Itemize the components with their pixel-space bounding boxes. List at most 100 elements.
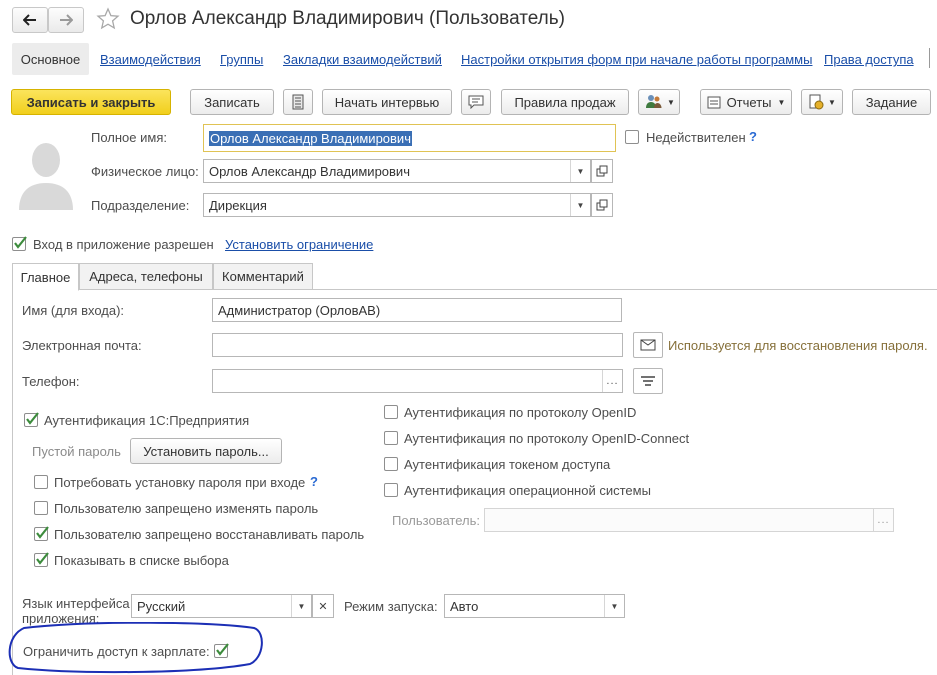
checkmark-icon <box>26 412 39 425</box>
require-password-help-icon[interactable]: ? <box>310 474 318 489</box>
department-value: Дирекция <box>209 197 267 213</box>
message-button[interactable] <box>461 89 491 115</box>
full-name-value: Орлов Александр Владимирович <box>209 130 412 146</box>
email-hint: Используется для восстановления пароля. <box>668 338 928 353</box>
checkmark-icon <box>36 552 49 565</box>
checkmark-icon <box>36 526 49 539</box>
login-allowed-checkbox[interactable] <box>12 236 27 251</box>
department-input[interactable]: Дирекция ▼ <box>203 193 591 217</box>
phone-input[interactable]: ... <box>212 369 623 393</box>
login-name-input[interactable]: Администратор (ОрловАВ) <box>212 298 622 322</box>
login-allowed-label: Вход в приложение разрешен <box>33 237 214 252</box>
invalid-help-icon[interactable]: ? <box>749 129 757 144</box>
auth-openid-connect-checkbox[interactable] <box>384 431 398 445</box>
auth-1c-checkbox[interactable] <box>24 412 39 427</box>
users-icon <box>646 95 662 108</box>
os-user-select-button[interactable]: ... <box>873 509 893 531</box>
auth-os-checkbox[interactable] <box>384 483 398 497</box>
chevron-down-icon: ▼ <box>667 97 675 107</box>
login-name-label: Имя (для входа): <box>22 303 125 318</box>
department-open-button[interactable] <box>591 193 613 217</box>
tab-addresses-phones-label: Адреса, телефоны <box>89 269 203 284</box>
forbid-restore-password-checkbox[interactable] <box>34 526 49 541</box>
tab-panel-border <box>12 290 13 675</box>
arrow-left-icon <box>23 14 36 26</box>
department-dropdown-button[interactable]: ▼ <box>570 194 590 216</box>
nav-link-form-opening-settings[interactable]: Настройки открытия форм при начале работ… <box>461 52 812 67</box>
forward-button[interactable] <box>48 7 84 33</box>
chevron-down-icon: ▼ <box>610 601 619 611</box>
person-label: Физическое лицо: <box>91 164 199 179</box>
back-button[interactable] <box>12 7 48 33</box>
report-list-button[interactable] <box>283 89 313 115</box>
set-password-button[interactable]: Установить пароль... <box>130 438 282 464</box>
send-email-button[interactable] <box>633 332 663 358</box>
tab-main[interactable]: Главное <box>12 263 79 291</box>
reports-label: Отчеты <box>726 94 772 110</box>
nav-link-access-rights[interactable]: Права доступа <box>824 52 914 67</box>
chevron-down-icon: ▼ <box>297 601 306 611</box>
save-and-close-button[interactable]: Записать и закрыть <box>11 89 171 115</box>
forbid-restore-password-label: Пользователю запрещено восстанавливать п… <box>54 527 365 542</box>
full-name-label: Полное имя: <box>91 130 167 145</box>
sales-rules-label: Правила продаж <box>514 94 616 110</box>
start-interview-button[interactable]: Начать интервью <box>322 89 452 115</box>
nav-link-groups[interactable]: Группы <box>220 52 263 67</box>
phone-label: Телефон: <box>22 374 80 389</box>
print-icon <box>809 94 824 110</box>
forbid-change-password-checkbox[interactable] <box>34 501 48 515</box>
page-title: Орлов Александр Владимирович (Пользовате… <box>130 8 565 29</box>
users-menu-button[interactable]: ▼ <box>638 89 680 115</box>
nav-link-interactions[interactable]: Взаимодействия <box>100 52 201 67</box>
tab-main-label: Главное <box>20 269 71 285</box>
phone-actions-button[interactable] <box>633 368 663 394</box>
print-menu-button[interactable]: ▼ <box>801 89 843 115</box>
invalid-checkbox[interactable] <box>625 130 639 144</box>
favorite-star-icon[interactable] <box>96 7 120 34</box>
invalid-label: Недействителен <box>646 130 746 145</box>
nav-link-interaction-bookmarks[interactable]: Закладки взаимодействий <box>283 52 442 67</box>
set-restriction-link[interactable]: Установить ограничение <box>225 237 373 252</box>
require-password-checkbox[interactable] <box>34 475 48 489</box>
save-button[interactable]: Записать <box>190 89 274 115</box>
auth-1c-label: Аутентификация 1С:Предприятия <box>44 413 250 428</box>
tab-addresses-phones[interactable]: Адреса, телефоны <box>79 263 213 290</box>
set-password-label: Установить пароль... <box>143 443 269 459</box>
sales-rules-button[interactable]: Правила продаж <box>501 89 629 115</box>
os-user-input[interactable]: ... <box>484 508 894 532</box>
auth-os-label: Аутентификация операционной системы <box>404 483 651 498</box>
task-button[interactable]: Задание <box>852 89 931 115</box>
auth-openid-label: Аутентификация по протоколу OpenID <box>404 405 637 420</box>
checkmark-icon <box>14 236 27 249</box>
open-form-icon <box>596 199 608 211</box>
phone-select-button[interactable]: ... <box>602 370 622 392</box>
document-list-icon <box>292 94 304 110</box>
email-input[interactable] <box>212 333 623 357</box>
chevron-down-icon: ▼ <box>576 200 585 210</box>
user-silhouette-icon <box>19 143 73 210</box>
auth-token-checkbox[interactable] <box>384 457 398 471</box>
language-dropdown-button[interactable]: ▼ <box>291 595 311 617</box>
chevron-down-icon: ▼ <box>777 97 786 107</box>
auth-openid-checkbox[interactable] <box>384 405 398 419</box>
person-input[interactable]: Орлов Александр Владимирович ▼ <box>203 159 591 183</box>
login-name-value: Администратор (ОрловАВ) <box>218 302 381 318</box>
launch-mode-select[interactable]: Авто ▼ <box>444 594 625 618</box>
save-label: Записать <box>204 94 260 110</box>
task-label: Задание <box>865 94 918 110</box>
nav-tab-main[interactable]: Основное <box>12 43 89 75</box>
tab-comment[interactable]: Комментарий <box>213 263 313 290</box>
reports-button[interactable]: Отчеты ▼ <box>700 89 792 115</box>
person-dropdown-button[interactable]: ▼ <box>570 160 590 182</box>
full-name-input[interactable]: Орлов Александр Владимирович <box>203 124 616 152</box>
launch-mode-label: Режим запуска: <box>344 599 438 614</box>
language-clear-button[interactable]: ✕ <box>312 594 334 618</box>
arrow-right-icon <box>60 14 73 26</box>
launch-mode-dropdown-button[interactable]: ▼ <box>604 595 624 617</box>
chevron-down-icon: ▼ <box>828 97 836 107</box>
show-in-list-checkbox[interactable] <box>34 552 49 567</box>
person-open-button[interactable] <box>591 159 613 183</box>
os-user-label: Пользователь: <box>392 513 480 528</box>
show-in-list-label: Показывать в списке выбора <box>54 553 229 568</box>
language-select[interactable]: Русский ▼ <box>131 594 312 618</box>
